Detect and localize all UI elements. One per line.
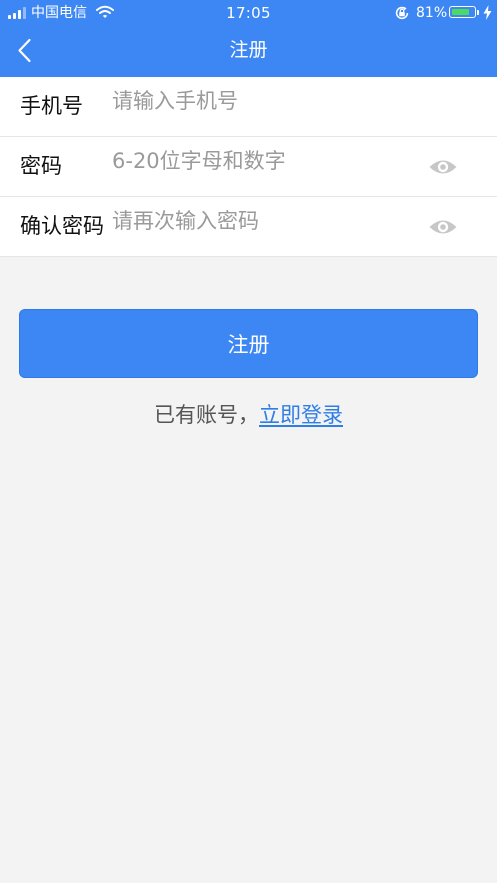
confirm-password-input[interactable] [112, 203, 412, 239]
login-prompt-text: 已有账号， [154, 403, 259, 427]
password-row: 密码 [0, 137, 497, 197]
phone-row: 手机号 [0, 77, 497, 137]
battery-icon [449, 6, 476, 18]
chevron-left-icon [18, 38, 31, 63]
confirm-password-label: 确认密码 [20, 214, 104, 238]
register-button[interactable]: 注册 [19, 309, 478, 378]
eye-icon[interactable] [428, 217, 458, 237]
status-bar: 中国电信 17:05 81% [0, 0, 497, 26]
password-label: 密码 [20, 154, 62, 178]
charging-bolt-icon [483, 5, 492, 20]
confirm-password-row: 确认密码 [0, 197, 497, 257]
orientation-lock-icon [395, 6, 409, 20]
battery-percent: 81% [416, 5, 448, 21]
login-link[interactable]: 立即登录 [259, 403, 343, 427]
password-input[interactable] [112, 143, 412, 179]
login-prompt: 已有账号，立即登录 [0, 399, 497, 431]
phone-label: 手机号 [20, 94, 83, 118]
page-title: 注册 [229, 39, 268, 61]
top-bar: 中国电信 17:05 81% 注册 [0, 0, 497, 77]
battery-cap [477, 9, 479, 15]
register-form: 手机号 密码 确认密码 [0, 77, 497, 257]
eye-icon[interactable] [428, 157, 458, 177]
back-button[interactable] [10, 34, 40, 68]
battery-fill [451, 8, 469, 15]
phone-input[interactable] [112, 83, 412, 119]
